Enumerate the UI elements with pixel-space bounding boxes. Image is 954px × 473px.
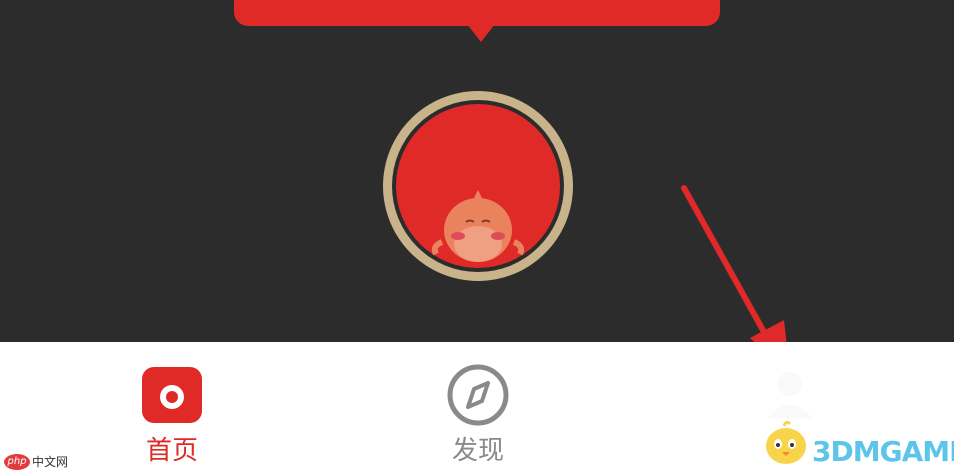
watermark-left-text: 中文网 [32, 455, 69, 469]
php-badge: php [4, 454, 30, 470]
camera-icon [142, 367, 202, 423]
compass-icon [447, 364, 509, 426]
tooltip-pointer [467, 24, 495, 42]
tab-home[interactable]: 首页 [92, 342, 252, 473]
chick-watermark-icon [766, 420, 806, 464]
tab-discover-label: 发现 [451, 436, 504, 466]
mascot-watermark-icon [431, 190, 525, 262]
tab-discover[interactable]: 发现 [398, 342, 558, 473]
tab-home-label: 首页 [145, 436, 198, 466]
watermark-php-cn: php 中文网 [0, 450, 84, 473]
watermark-3dmgame: 3DMGAME [812, 435, 954, 468]
tooltip-bubble [234, 0, 720, 26]
